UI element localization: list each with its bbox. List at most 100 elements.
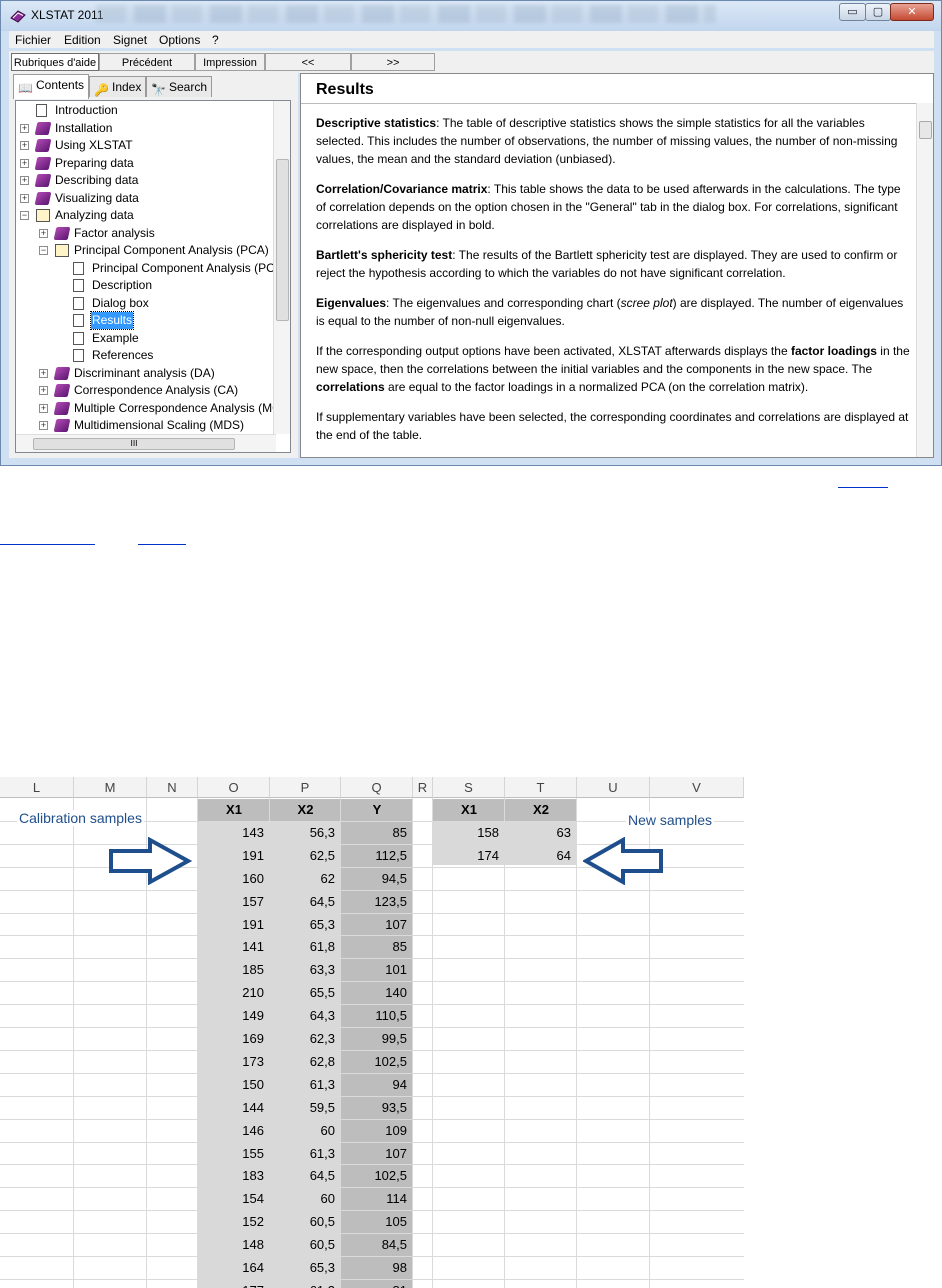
column-header[interactable]: R: [413, 777, 433, 798]
table-cell[interactable]: 160: [198, 868, 270, 890]
table-cell[interactable]: 101: [341, 959, 413, 981]
link-underline[interactable]: [0, 544, 95, 545]
table-cell[interactable]: 85: [341, 822, 413, 844]
column-header[interactable]: S: [433, 777, 505, 798]
topic-scroll-thumb[interactable]: [919, 121, 932, 139]
tree-scroll-thumb[interactable]: [276, 159, 289, 321]
table-cell[interactable]: 64,3: [270, 1005, 341, 1027]
table-cell[interactable]: 191: [198, 914, 270, 936]
table-header-cell[interactable]: Y: [341, 799, 413, 821]
table-header-cell[interactable]: X2: [505, 799, 577, 821]
table-cell[interactable]: 144: [198, 1097, 270, 1119]
expand-icon[interactable]: +: [39, 386, 48, 395]
table-cell[interactable]: 173: [198, 1051, 270, 1073]
table-cell[interactable]: 157: [198, 891, 270, 913]
expand-icon[interactable]: +: [39, 228, 48, 238]
table-cell[interactable]: 107: [341, 1143, 413, 1165]
menu-options[interactable]: Options: [159, 33, 200, 47]
table-header-cell[interactable]: X1: [198, 799, 270, 821]
expand-icon[interactable]: +: [39, 403, 48, 413]
table-cell[interactable]: 183: [198, 1165, 270, 1187]
expand-icon[interactable]: +: [20, 158, 29, 168]
table-cell[interactable]: 81: [341, 1280, 413, 1288]
expand-icon[interactable]: +: [20, 176, 29, 185]
table-cell[interactable]: 105: [341, 1211, 413, 1233]
column-header[interactable]: O: [198, 777, 270, 798]
column-header[interactable]: M: [74, 777, 147, 798]
menu-help[interactable]: ?: [212, 33, 219, 47]
table-cell[interactable]: 61,3: [270, 1074, 341, 1096]
table-cell[interactable]: 210: [198, 982, 270, 1004]
table-cell[interactable]: 141: [198, 936, 270, 958]
collapse-icon[interactable]: −: [39, 246, 48, 255]
link-underline[interactable]: [138, 544, 186, 545]
browse-forward-button[interactable]: >>: [351, 53, 435, 71]
column-header[interactable]: U: [577, 777, 650, 798]
table-cell[interactable]: 85: [341, 936, 413, 958]
browse-back-button[interactable]: <<: [265, 53, 351, 71]
column-header[interactable]: T: [505, 777, 577, 798]
previous-button[interactable]: Précédent: [99, 53, 195, 71]
print-button[interactable]: Impression: [195, 53, 265, 71]
column-header[interactable]: V: [650, 777, 744, 798]
table-cell[interactable]: 63: [505, 822, 577, 844]
column-header[interactable]: L: [0, 777, 74, 798]
table-cell[interactable]: 59,5: [270, 1097, 341, 1119]
tree-vertical-scrollbar[interactable]: [273, 101, 290, 434]
tree-hscroll-thumb[interactable]: III: [33, 438, 235, 450]
expand-icon[interactable]: +: [39, 421, 48, 430]
table-cell[interactable]: 94,5: [341, 868, 413, 890]
table-cell[interactable]: 140: [341, 982, 413, 1004]
expand-icon[interactable]: +: [20, 123, 29, 133]
table-cell[interactable]: 109: [341, 1120, 413, 1142]
table-cell[interactable]: 143: [198, 822, 270, 844]
maximize-button[interactable]: ▢: [865, 3, 891, 21]
table-cell[interactable]: 64,5: [270, 1165, 341, 1187]
tab-search[interactable]: 🔭 Search: [146, 76, 212, 97]
table-cell[interactable]: 62: [270, 868, 341, 890]
expand-icon[interactable]: +: [20, 141, 29, 150]
column-header[interactable]: P: [270, 777, 341, 798]
tab-index[interactable]: 🔑 Index: [89, 76, 146, 97]
table-cell[interactable]: 102,5: [341, 1165, 413, 1187]
table-header-cell[interactable]: X2: [270, 799, 341, 821]
table-cell[interactable]: 102,5: [341, 1051, 413, 1073]
column-header[interactable]: Q: [341, 777, 413, 798]
table-cell[interactable]: 177: [198, 1280, 270, 1288]
table-cell[interactable]: 62,8: [270, 1051, 341, 1073]
table-cell[interactable]: 149: [198, 1005, 270, 1027]
contents-toggle-button[interactable]: Rubriques d'aide: [11, 53, 99, 71]
table-cell[interactable]: 61,3: [270, 1143, 341, 1165]
table-cell[interactable]: 61,8: [270, 936, 341, 958]
table-cell[interactable]: 158: [433, 822, 505, 844]
expand-icon[interactable]: +: [20, 193, 29, 203]
table-cell[interactable]: 65,3: [270, 1257, 341, 1279]
table-cell[interactable]: 154: [198, 1188, 270, 1210]
menu-fichier[interactable]: Fichier: [15, 33, 51, 47]
table-cell[interactable]: 60: [270, 1188, 341, 1210]
link-underline[interactable]: [838, 487, 888, 488]
collapse-icon[interactable]: −: [20, 211, 29, 220]
table-cell[interactable]: 123,5: [341, 891, 413, 913]
table-cell[interactable]: 62,5: [270, 845, 341, 867]
table-cell[interactable]: 60,5: [270, 1211, 341, 1233]
table-cell[interactable]: 110,5: [341, 1005, 413, 1027]
table-cell[interactable]: 64,5: [270, 891, 341, 913]
table-cell[interactable]: 56,3: [270, 822, 341, 844]
table-cell[interactable]: 64: [505, 845, 577, 867]
table-cell[interactable]: 169: [198, 1028, 270, 1050]
table-cell[interactable]: 152: [198, 1211, 270, 1233]
table-cell[interactable]: 146: [198, 1120, 270, 1142]
table-cell[interactable]: 112,5: [341, 845, 413, 867]
table-header-cell[interactable]: X1: [433, 799, 505, 821]
tab-contents[interactable]: 📖 Contents: [13, 74, 89, 99]
table-cell[interactable]: 65,5: [270, 982, 341, 1004]
table-cell[interactable]: 61,3: [270, 1280, 341, 1288]
table-cell[interactable]: 150: [198, 1074, 270, 1096]
tree-horizontal-scrollbar[interactable]: III: [16, 434, 276, 452]
table-cell[interactable]: 98: [341, 1257, 413, 1279]
title-bar[interactable]: XLSTAT 2011 ▭ ▢ ✕: [1, 1, 941, 31]
close-button[interactable]: ✕: [890, 3, 934, 21]
table-cell[interactable]: 60: [270, 1120, 341, 1142]
minimize-button[interactable]: ▭: [839, 3, 866, 21]
